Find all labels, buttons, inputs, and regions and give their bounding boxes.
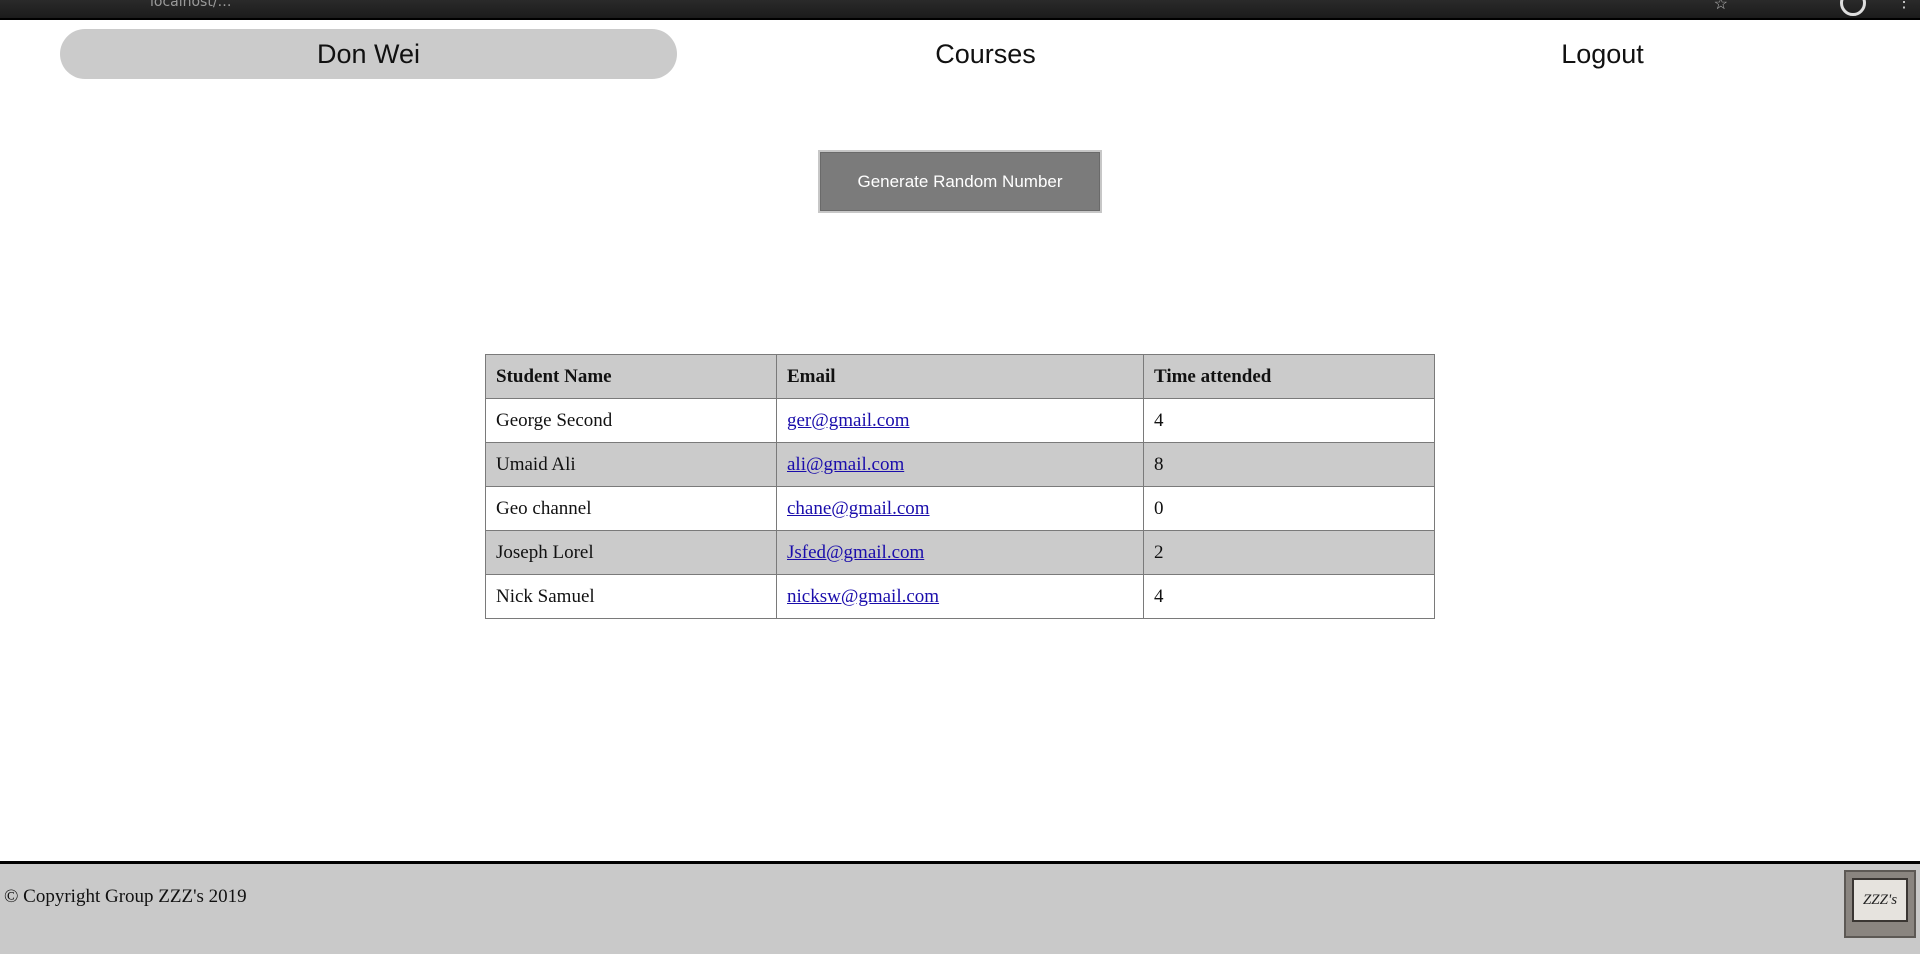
browser-toolbar: localhost/… ☆ ⋮ xyxy=(0,0,1920,20)
time-attended: 4 xyxy=(1143,574,1435,619)
student-name: Geo channel xyxy=(485,486,777,531)
generate-random-number-button[interactable]: Generate Random Number xyxy=(818,150,1102,213)
time-attended: 2 xyxy=(1143,530,1435,575)
nav-user[interactable]: Don Wei xyxy=(60,29,677,79)
header-time-attended: Time attended xyxy=(1143,354,1435,399)
student-name: Nick Samuel xyxy=(485,574,777,619)
table-header-row: Student Name Email Time attended xyxy=(485,354,1435,399)
email-link[interactable]: nicksw@gmail.com xyxy=(787,586,939,607)
top-navigation: Don Wei Courses Logout xyxy=(0,20,1920,86)
bookmark-star-icon[interactable]: ☆ xyxy=(1714,0,1728,14)
menu-icon[interactable]: ⋮ xyxy=(1896,0,1912,12)
table-row: Geo channel chane@gmail.com 0 xyxy=(485,486,1435,531)
email-cell: chane@gmail.com xyxy=(776,486,1144,531)
nav-courses[interactable]: Courses xyxy=(677,29,1294,79)
student-name: Umaid Ali xyxy=(485,442,777,487)
page-footer: © Copyright Group ZZZ's 2019 ZZZ's xyxy=(0,861,1920,954)
time-attended: 4 xyxy=(1143,398,1435,443)
attendance-table: Student Name Email Time attended George … xyxy=(485,354,1435,619)
logo-text: ZZZ's xyxy=(1852,878,1908,922)
table-row: George Second ger@gmail.com 4 xyxy=(485,398,1435,443)
email-link[interactable]: chane@gmail.com xyxy=(787,498,930,519)
nav-logout[interactable]: Logout xyxy=(1294,29,1911,79)
email-link[interactable]: ali@gmail.com xyxy=(787,454,904,475)
email-cell: nicksw@gmail.com xyxy=(776,574,1144,619)
time-attended: 8 xyxy=(1143,442,1435,487)
header-email: Email xyxy=(776,354,1144,399)
profile-icon[interactable] xyxy=(1840,0,1866,16)
email-link[interactable]: ger@gmail.com xyxy=(787,410,910,431)
email-link[interactable]: Jsfed@gmail.com xyxy=(787,542,924,563)
address-bar[interactable]: localhost/… xyxy=(150,0,232,10)
table-row: Joseph Lorel Jsfed@gmail.com 2 xyxy=(485,530,1435,575)
email-cell: Jsfed@gmail.com xyxy=(776,530,1144,575)
email-cell: ali@gmail.com xyxy=(776,442,1144,487)
time-attended: 0 xyxy=(1143,486,1435,531)
group-logo: ZZZ's xyxy=(1844,870,1916,938)
table-row: Umaid Ali ali@gmail.com 8 xyxy=(485,442,1435,487)
table-row: Nick Samuel nicksw@gmail.com 4 xyxy=(485,574,1435,619)
student-name: Joseph Lorel xyxy=(485,530,777,575)
student-name: George Second xyxy=(485,398,777,443)
copyright-text: © Copyright Group ZZZ's 2019 xyxy=(4,886,247,907)
email-cell: ger@gmail.com xyxy=(776,398,1144,443)
header-student-name: Student Name xyxy=(485,354,777,399)
